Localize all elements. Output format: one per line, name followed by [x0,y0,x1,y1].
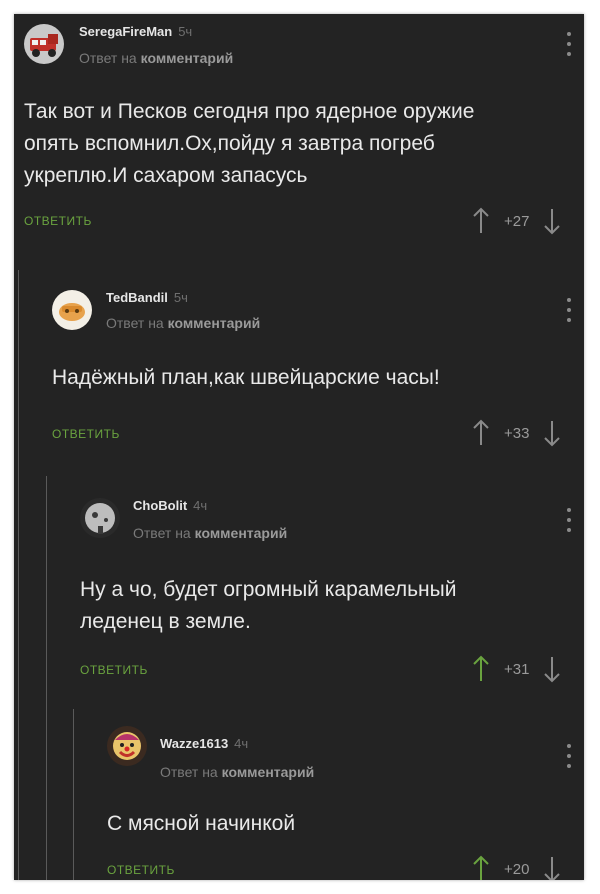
downvote-arrow-icon[interactable] [543,207,561,235]
downvote-arrow-icon[interactable] [543,655,561,683]
thread-line-2[interactable] [46,476,47,880]
thread-line-1[interactable] [18,270,19,880]
comment-time: 4ч [234,736,249,751]
comment-text: Так вот и Песков сегодня про ядерное ору… [24,100,475,187]
comment-username[interactable]: SeregaFireMan 5ч [79,24,192,39]
reply-meta-prefix: Ответ на [79,50,137,66]
fire-truck-avatar[interactable] [24,24,64,64]
vote-controls: +20 [472,854,561,880]
comment-username[interactable]: ChoBolit 4ч [133,498,207,513]
comment-score: +33 [504,424,530,442]
comment-score: +31 [504,660,530,678]
comment-time: 4ч [193,498,208,513]
comment-score: +20 [504,860,530,878]
cartoon-avatar[interactable] [52,290,92,330]
comment-chobolit: ChoBolit 4ч Ответ на комментарий Ну а чо,… [70,476,584,703]
reply-button[interactable]: ОТВЕТИТЬ [52,427,120,441]
comments-thread: SeregaFireMan 5ч Ответ на комментарий Так… [14,14,584,880]
more-options-icon[interactable] [564,296,574,324]
reply-meta: Ответ на комментарий [133,525,287,541]
parent-comment-link[interactable]: комментарий [168,315,261,331]
parent-comment-link[interactable]: комментарий [141,50,234,66]
username-text[interactable]: SeregaFireMan [79,24,172,39]
gray-sphere-avatar[interactable] [80,498,120,538]
reply-meta-prefix: Ответ на [106,315,164,331]
thread-line-3[interactable] [73,709,74,880]
comment-seregafireman: SeregaFireMan 5ч Ответ на комментарий Так… [14,14,584,264]
reply-button[interactable]: ОТВЕТИТЬ [24,214,92,228]
reply-meta: Ответ на комментарий [106,315,260,331]
reply-meta: Ответ на комментарий [160,764,314,780]
reply-meta-prefix: Ответ на [133,525,191,541]
upvote-arrow-icon[interactable] [472,419,490,447]
downvote-arrow-icon[interactable] [543,419,561,447]
comment-text: Надёжный план,как швейцарские часы! [52,366,440,389]
reply-meta: Ответ на комментарий [79,50,233,66]
comment-username[interactable]: TedBandil 5ч [106,290,188,305]
upvote-arrow-icon[interactable] [472,655,490,683]
more-options-icon[interactable] [564,30,574,58]
reply-button[interactable]: ОТВЕТИТЬ [107,863,175,877]
downvote-arrow-icon[interactable] [543,855,561,880]
upvote-arrow-icon[interactable] [472,207,490,235]
clown-avatar[interactable] [107,726,147,766]
parent-comment-link[interactable]: комментарий [222,764,315,780]
parent-comment-link[interactable]: комментарий [195,525,288,541]
comment-text: С мясной начинкой [107,812,296,835]
comment-time: 5ч [173,290,188,305]
more-options-icon[interactable] [564,742,574,770]
vote-controls: +27 [472,206,561,236]
comment-username[interactable]: Wazze1613 4ч [160,736,248,751]
vote-controls: +33 [472,418,561,448]
more-options-icon[interactable] [564,506,574,534]
username-text[interactable]: Wazze1613 [160,736,228,751]
comment-text: Ну а чо, будет огромный карамельный леде… [80,578,457,633]
comment-score: +27 [504,212,530,230]
username-text[interactable]: TedBandil [106,290,168,305]
comment-tedbandil: TedBandil 5ч Ответ на комментарий Надёжны… [42,270,584,470]
upvote-arrow-icon[interactable] [472,855,490,880]
username-text[interactable]: ChoBolit [133,498,187,513]
reply-meta-prefix: Ответ на [160,764,218,780]
comment-wazze1613: Wazze1613 4ч Ответ на комментарий С мясно… [97,709,584,880]
vote-controls: +31 [472,654,561,684]
comment-time: 5ч [178,24,193,39]
reply-button[interactable]: ОТВЕТИТЬ [80,663,148,677]
